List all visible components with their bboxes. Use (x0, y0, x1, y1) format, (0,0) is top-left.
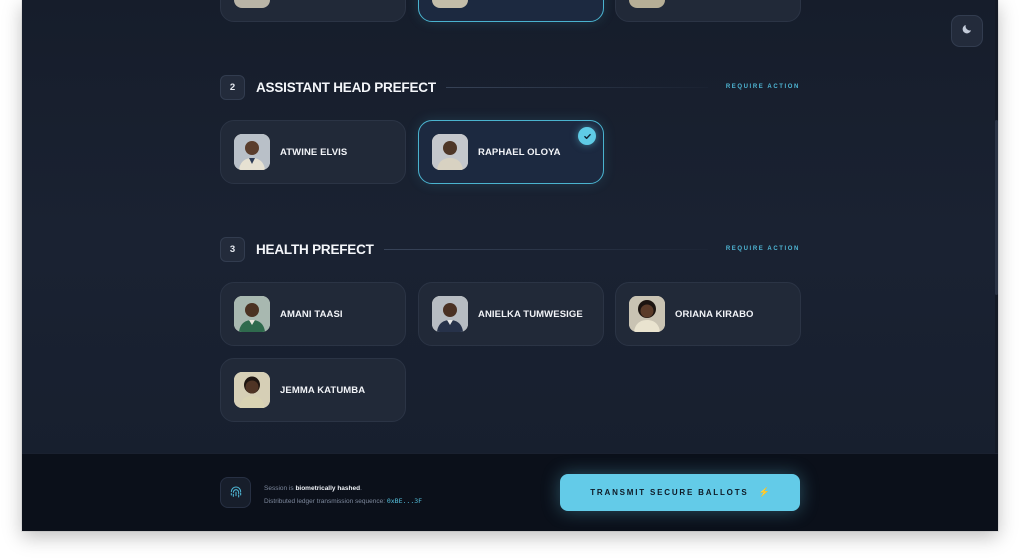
section-header-health-prefect: 3 HEALTH PREFECT REQUIRE ACTION (220, 236, 800, 262)
sequence-line: Distributed ledger transmission sequence… (264, 495, 422, 508)
sequence-label: Distributed ledger transmission sequence… (264, 498, 387, 505)
candidate-photo (432, 134, 468, 170)
moon-icon (961, 22, 973, 40)
section-title: ASSISTANT HEAD PREFECT (256, 79, 436, 95)
session-suffix: . (360, 485, 362, 492)
candidate-photo (629, 296, 665, 332)
scrollbar-thumb[interactable] (995, 120, 998, 295)
candidate-name: ORIANA KIRABO (675, 308, 754, 320)
lightning-icon: ⚡ (758, 487, 770, 497)
section-number: 3 (220, 236, 245, 262)
candidate-photo (234, 296, 270, 332)
session-status-line: Session is biometrically hashed. (264, 483, 422, 495)
candidate-photo (234, 372, 270, 408)
ballot-window: 2 ASSISTANT HEAD PREFECT REQUIRE ACTION … (22, 0, 998, 531)
candidate-name: ATWINE ELVIS (280, 146, 348, 158)
check-icon (578, 127, 596, 145)
transmit-secure-ballots-button[interactable]: TRANSMIT SECURE BALLOTS ⚡ (560, 474, 800, 511)
session-prefix: Session is (264, 485, 296, 492)
candidate-card[interactable] (615, 0, 801, 22)
candidate-card[interactable]: ATWINE ELVIS (220, 120, 406, 184)
candidate-name: JEMMA KATUMBA (280, 384, 366, 396)
candidate-photo (432, 0, 468, 8)
candidate-card-selected[interactable]: RAPHAEL OLOYA (418, 120, 604, 184)
candidate-photo (432, 296, 468, 332)
candidate-name: RAPHAEL OLOYA (478, 146, 561, 158)
session-info: Session is biometrically hashed. Distrib… (264, 483, 422, 508)
candidate-name: ANIELKA TUMWESIGE (478, 308, 583, 320)
candidate-card[interactable] (220, 0, 406, 22)
require-action-badge: REQUIRE ACTION (725, 84, 800, 90)
section-number: 2 (220, 74, 245, 100)
require-action-badge: REQUIRE ACTION (725, 246, 800, 252)
candidate-card[interactable]: ANIELKA TUMWESIGE (418, 282, 604, 346)
fingerprint-icon (220, 477, 251, 508)
section-divider (383, 248, 708, 250)
sequence-value: 0xBE...3F (386, 497, 423, 505)
candidate-photo (234, 134, 270, 170)
section-header-assistant-head-prefect: 2 ASSISTANT HEAD PREFECT REQUIRE ACTION (220, 74, 800, 100)
transmit-label: TRANSMIT SECURE BALLOTS (590, 488, 749, 497)
candidate-photo (629, 0, 665, 8)
session-bold: biometrically hashed (295, 485, 361, 492)
candidate-photo (234, 0, 270, 8)
section-title: HEALTH PREFECT (256, 241, 374, 257)
submit-footer: Session is biometrically hashed. Distrib… (22, 453, 998, 531)
candidate-card[interactable]: ORIANA KIRABO (615, 282, 801, 346)
candidate-card-selected[interactable] (418, 0, 604, 22)
section-divider (445, 86, 708, 88)
candidate-name: AMANI TAASI (280, 308, 343, 320)
candidate-card[interactable]: AMANI TAASI (220, 282, 406, 346)
candidate-card[interactable]: JEMMA KATUMBA (220, 358, 406, 422)
theme-toggle-button[interactable] (951, 15, 983, 47)
